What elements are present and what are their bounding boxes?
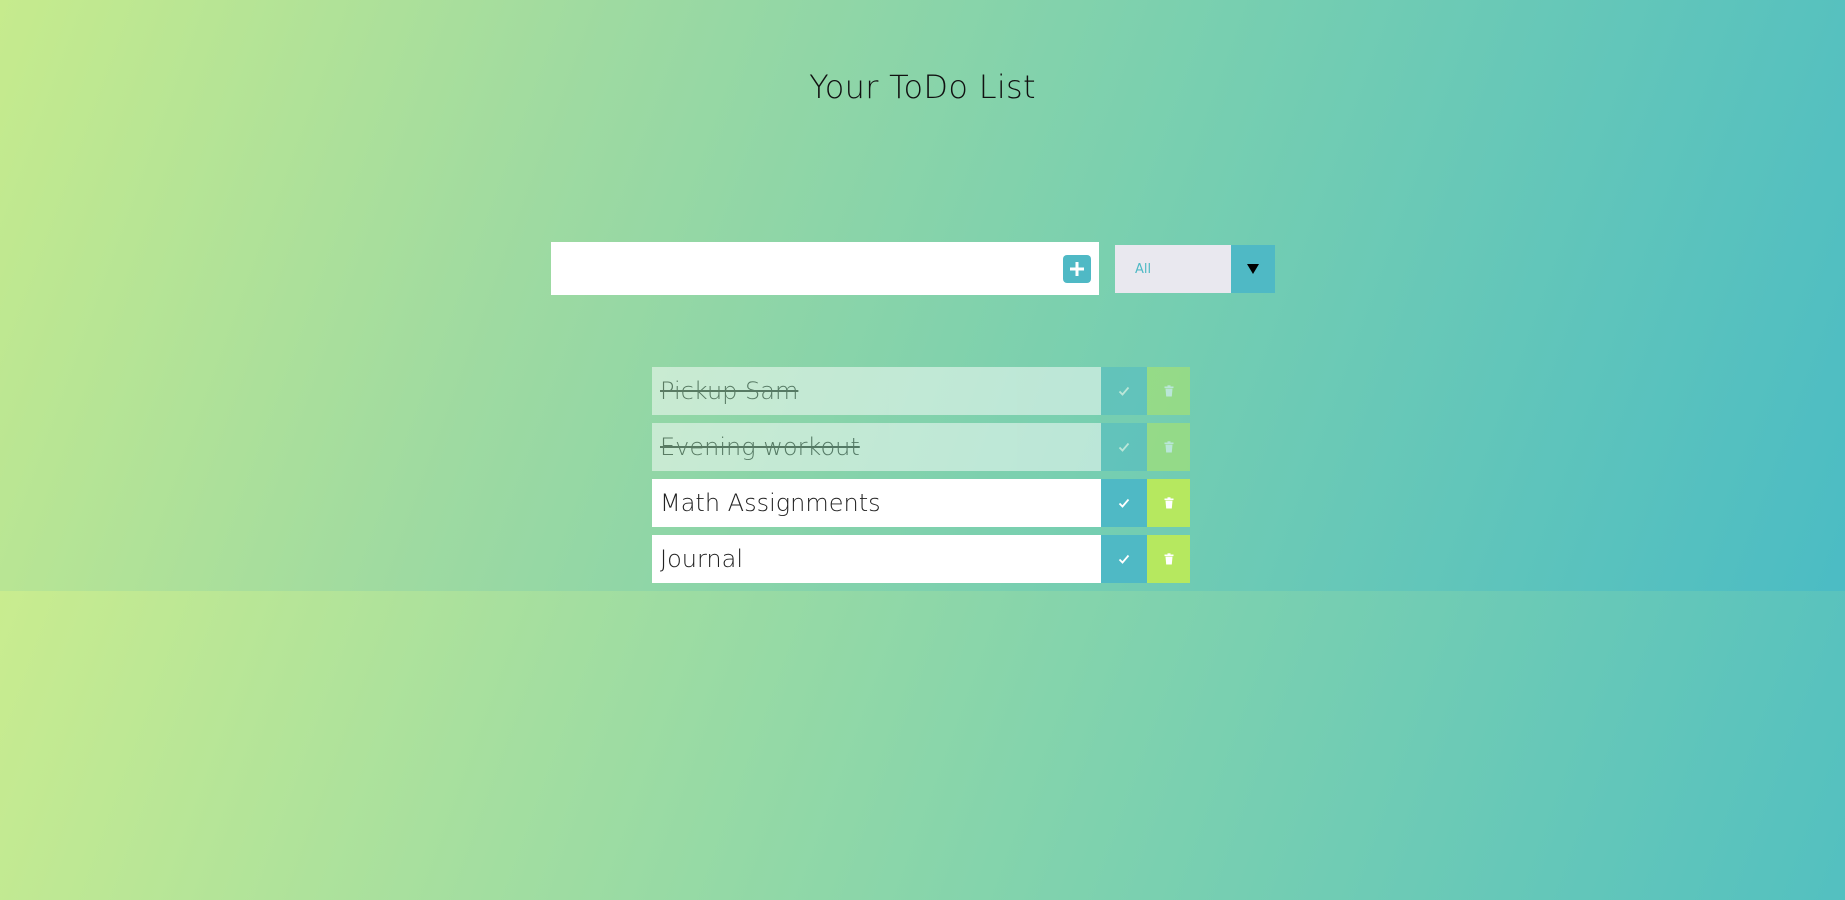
check-icon [1118,554,1130,564]
todo-input[interactable] [551,242,1051,295]
check-icon [1118,442,1130,452]
plus-icon [1070,262,1084,276]
complete-button[interactable] [1101,535,1147,583]
complete-button[interactable] [1101,423,1147,471]
delete-button[interactable] [1147,479,1190,527]
check-icon [1118,386,1130,396]
filter-select[interactable]: All [1115,245,1275,293]
todo-text: Math Assignments [652,479,1101,527]
delete-button[interactable] [1147,535,1190,583]
filter-selected-value: All [1135,261,1152,277]
complete-button[interactable] [1101,479,1147,527]
todo-text: Pickup Sam [652,367,1101,415]
todo-text: Journal [652,535,1101,583]
todo-item: Evening workout [652,423,1190,471]
todo-item: Pickup Sam [652,367,1190,415]
todo-input-box [551,242,1099,295]
filter-dropdown-button[interactable] [1231,245,1275,293]
trash-icon [1164,441,1173,453]
delete-button[interactable] [1147,367,1190,415]
check-icon [1118,498,1130,508]
trash-icon [1164,497,1173,509]
todo-item: Journal [652,535,1190,583]
complete-button[interactable] [1101,367,1147,415]
todo-list: Pickup Sam Evening workout Math Assignme… [652,367,1190,591]
caret-down-icon [1247,264,1259,274]
todo-item: Math Assignments [652,479,1190,527]
page-title: Your ToDo List [809,68,1036,106]
trash-icon [1164,553,1173,565]
add-todo-button[interactable] [1063,255,1091,283]
trash-icon [1164,385,1173,397]
bottom-background-band [0,591,1845,900]
todo-text: Evening workout [652,423,1101,471]
delete-button[interactable] [1147,423,1190,471]
